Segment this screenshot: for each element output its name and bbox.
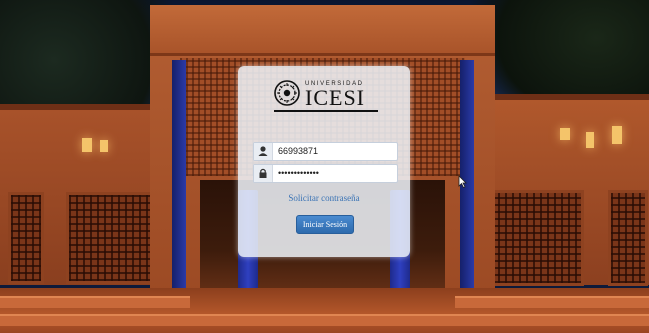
lit-window: [612, 126, 622, 144]
lock-icon: [254, 165, 273, 182]
lit-window: [82, 138, 92, 152]
brick-lattice-wall: [488, 190, 584, 286]
brick-lattice-wall: [8, 192, 44, 284]
login-panel: UNIVERSIDAD ICESI ••••••••••••• Solicita…: [238, 66, 410, 257]
lit-window: [560, 128, 570, 140]
mouse-cursor-icon: [458, 175, 467, 188]
password-field[interactable]: •••••••••••••: [253, 164, 398, 183]
university-seal-icon: [274, 80, 300, 106]
gate-lintel: [150, 5, 495, 56]
blue-column: [172, 60, 186, 290]
lit-window: [586, 132, 594, 148]
brick-lattice-wall: [608, 190, 648, 286]
username-input[interactable]: [278, 143, 393, 160]
user-icon: [254, 143, 273, 160]
step: [0, 296, 190, 308]
password-input[interactable]: •••••••••••••: [278, 165, 393, 182]
username-field[interactable]: [253, 142, 398, 161]
request-password-link[interactable]: Solicitar contraseña: [238, 193, 410, 203]
ground: [0, 288, 649, 333]
step: [455, 296, 649, 308]
logo-name: ICESI: [305, 85, 365, 110]
step: [0, 314, 649, 326]
login-button[interactable]: Iniciar Sesión: [296, 215, 354, 234]
logo-underline: [274, 110, 378, 112]
icesi-logo: UNIVERSIDAD ICESI: [274, 78, 378, 112]
lit-window: [100, 140, 108, 152]
